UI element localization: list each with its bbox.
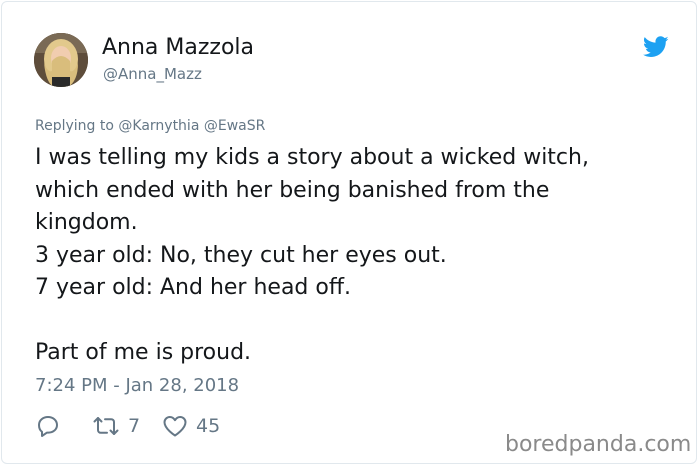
tweet-line: kingdom. (35, 210, 138, 235)
like-count: 45 (196, 415, 221, 437)
reply-context: Replying to @Karnythia @EwaSR (35, 116, 265, 136)
reply-context-users[interactable]: @Karnythia @EwaSR (118, 118, 265, 134)
tweet-line: Part of me is proud. (35, 340, 252, 365)
heart-icon (162, 414, 188, 438)
tweet-line: 3 year old: No, they cut her eyes out. (35, 242, 447, 268)
watermark: boredpanda.com (505, 432, 692, 457)
tweet-text: I was telling my kids a story about a wi… (35, 142, 675, 370)
display-name[interactable]: Anna Mazzola (102, 34, 254, 62)
tweet-line: 7 year old: And her head off. (35, 275, 352, 300)
user-handle[interactable]: @Anna_Mazz (103, 64, 202, 84)
retweet-count: 7 (128, 415, 141, 437)
tweet-card: Anna Mazzola @Anna_Mazz Replying to @Kar… (1, 1, 697, 464)
avatar-image (34, 33, 88, 87)
twitter-bird-icon[interactable] (642, 36, 669, 58)
tweet-line: I was telling my kids a story about a wi… (35, 145, 589, 170)
reply-context-prefix: Replying to (35, 118, 114, 134)
tweet-timestamp[interactable]: 7:24 PM - Jan 28, 2018 (35, 374, 239, 398)
retweet-button[interactable]: 7 (92, 412, 140, 440)
avatar[interactable] (34, 33, 88, 87)
reply-icon (36, 414, 60, 438)
reply-button[interactable] (36, 412, 60, 440)
retweet-icon (92, 414, 120, 438)
like-button[interactable]: 45 (162, 412, 220, 440)
tweet-line: which ended with her being banished from… (35, 177, 550, 203)
